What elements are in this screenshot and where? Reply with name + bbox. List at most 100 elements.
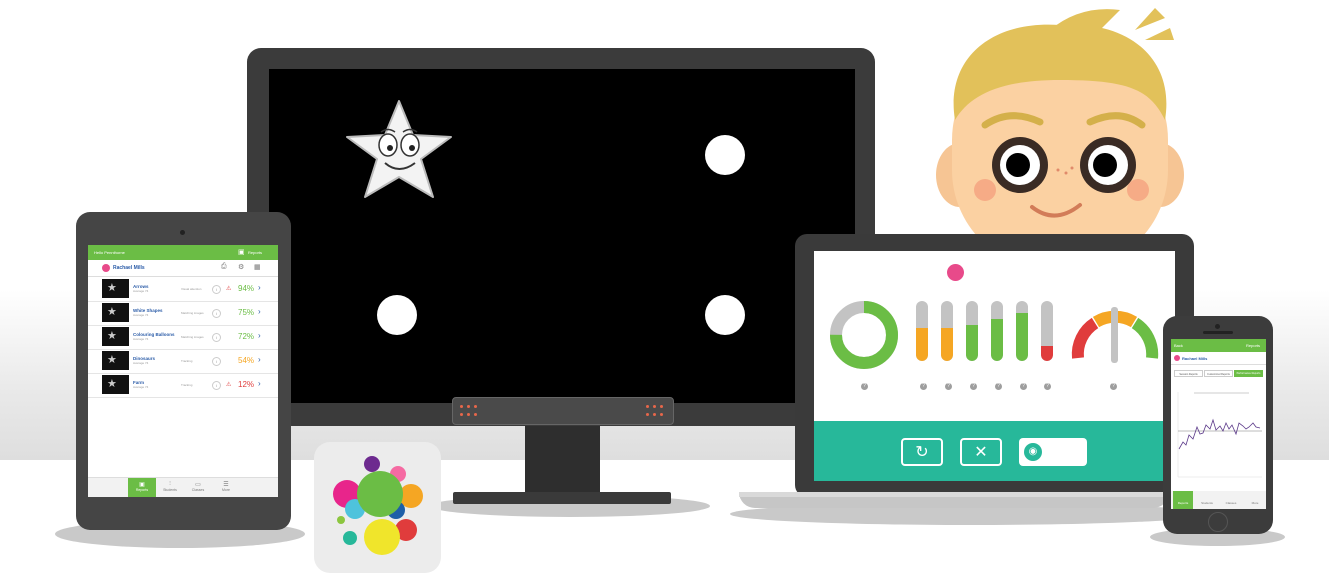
chevron-right-icon[interactable]: › xyxy=(258,331,261,340)
reports-icon: ▣ xyxy=(139,482,145,488)
monitor-stand-base xyxy=(453,492,671,504)
help-icon[interactable]: ? xyxy=(920,383,927,390)
avatar xyxy=(947,264,964,281)
game-category: Tracking xyxy=(181,359,193,363)
game-thumbnail xyxy=(102,303,129,322)
game-average: Average 74 xyxy=(133,313,149,317)
phone-speaker xyxy=(1203,331,1233,334)
target-dot[interactable] xyxy=(377,295,417,335)
score-percent: 54% xyxy=(238,356,255,365)
app-icon[interactable] xyxy=(314,442,441,573)
list-item[interactable]: FarmAverage 74Trackingi⚠12%› xyxy=(88,373,278,398)
info-icon[interactable]: i xyxy=(212,381,221,390)
settings-icon[interactable]: ⚙ xyxy=(238,263,244,271)
camera-toggle-button[interactable]: ◉ xyxy=(1019,438,1087,466)
refresh-button[interactable]: ↻ xyxy=(901,438,943,466)
game-average: Average 74 xyxy=(133,337,149,341)
info-icon[interactable]: i xyxy=(212,357,221,366)
tab-session-reports[interactable]: Session Reports xyxy=(1174,370,1203,377)
progress-bar-fill xyxy=(966,325,978,361)
menu-icon: ☰ xyxy=(223,482,229,488)
target-dot[interactable] xyxy=(705,295,745,335)
tablet-camera xyxy=(180,230,185,235)
score-percent: 72% xyxy=(238,332,255,341)
help-icon[interactable]: ? xyxy=(1110,383,1117,390)
reports-link[interactable]: Reports xyxy=(248,250,262,255)
refresh-icon: ↻ xyxy=(915,444,929,461)
nav-more[interactable]: More xyxy=(1245,491,1265,509)
nav-classes[interactable]: ▭ Classes xyxy=(184,478,212,497)
home-button[interactable] xyxy=(1208,512,1228,532)
phone-screen: Back Reports Rachael Mills Session Repor… xyxy=(1171,339,1266,509)
nav-students[interactable]: ⫶ Students xyxy=(156,478,184,497)
game-category: Matching images xyxy=(181,335,204,339)
progress-bar xyxy=(1016,301,1028,361)
help-icon[interactable]: ? xyxy=(861,383,868,390)
info-icon[interactable]: i xyxy=(212,309,221,318)
progress-bar xyxy=(966,301,978,361)
tab-customized-reports[interactable]: Customized Reports xyxy=(1204,370,1233,377)
game-average: Average 74 xyxy=(133,385,149,389)
user-name: Rachael Mills xyxy=(1182,356,1208,361)
warning-icon: ⚠ xyxy=(226,286,232,292)
avatar xyxy=(102,264,110,272)
monitor-stand-neck xyxy=(525,420,600,495)
help-icon[interactable]: ? xyxy=(995,383,1002,390)
game-thumbnail xyxy=(102,327,129,346)
list-item[interactable]: ArrowsAverage 74Visual attentioni⚠94%› xyxy=(88,277,278,302)
target-dot[interactable] xyxy=(705,135,745,175)
back-link[interactable]: Back xyxy=(1174,343,1183,348)
user-name: Rachael Mills xyxy=(113,265,145,271)
nav-students[interactable]: Students xyxy=(1197,491,1217,509)
list-item[interactable]: DinosaursAverage 74Trackingi54%› xyxy=(88,349,278,374)
calendar-icon[interactable]: ▦ xyxy=(254,263,261,271)
close-icon: ✕ xyxy=(974,444,988,461)
help-icon[interactable]: ? xyxy=(1044,383,1051,390)
laptop-base-top xyxy=(739,492,1169,497)
child-illustration xyxy=(936,8,1184,270)
game-category: Matching images xyxy=(181,311,204,315)
eye-tracker-sensor xyxy=(452,397,674,425)
phone-user-bar: Rachael Mills xyxy=(1171,352,1266,365)
chevron-right-icon[interactable]: › xyxy=(258,283,261,292)
nav-reports[interactable]: ▣ Reports xyxy=(128,478,156,497)
chevron-right-icon[interactable]: › xyxy=(258,307,261,316)
list-item[interactable]: White ShapesAverage 74Matching imagesi75… xyxy=(88,301,278,326)
tablet-bottom-nav: ▣ Reports ⫶ Students ▭ Classes ☰ More xyxy=(88,477,278,497)
progress-donut xyxy=(830,301,898,369)
progress-bar-fill xyxy=(916,328,928,361)
phone-camera xyxy=(1215,324,1220,329)
help-icon[interactable]: ? xyxy=(970,383,977,390)
reports-link[interactable]: Reports xyxy=(1246,343,1260,348)
progress-bar xyxy=(916,301,928,361)
game-thumbnail xyxy=(102,375,129,394)
game-thumbnail xyxy=(102,279,129,298)
help-icon[interactable]: ? xyxy=(945,383,952,390)
gauge xyxy=(1071,307,1159,363)
chevron-right-icon[interactable]: › xyxy=(258,379,261,388)
avatar xyxy=(1174,355,1180,361)
print-icon[interactable]: ⎙ xyxy=(221,263,227,271)
progress-bar xyxy=(941,301,953,361)
close-button[interactable]: ✕ xyxy=(960,438,1002,466)
greeting-text: Hello Pennthorne xyxy=(94,250,125,255)
info-icon[interactable]: i xyxy=(212,333,221,342)
star-character-icon[interactable] xyxy=(343,97,455,202)
chevron-right-icon[interactable]: › xyxy=(258,355,261,364)
laptop-action-bar: ↻ ✕ ◉ xyxy=(814,421,1175,481)
child-character xyxy=(930,0,1190,270)
progress-bar-fill xyxy=(941,328,953,361)
info-icon[interactable]: i xyxy=(212,285,221,294)
progress-bar xyxy=(1041,301,1053,361)
nav-reports[interactable]: Reports xyxy=(1173,491,1193,509)
score-percent: 94% xyxy=(238,284,255,293)
tab-performance-reports[interactable]: Performance Reports xyxy=(1234,370,1263,377)
nav-classes[interactable]: Classes xyxy=(1221,491,1241,509)
nav-more[interactable]: ☰ More xyxy=(212,478,240,497)
user-bar: Rachael Mills ⎙ ⚙ ▦ xyxy=(88,260,278,277)
warning-icon: ⚠ xyxy=(226,382,232,388)
list-item[interactable]: Colouring BalloonsAverage 74Matching ima… xyxy=(88,325,278,350)
phone-line-chart xyxy=(1177,392,1262,478)
game-thumbnail xyxy=(102,351,129,370)
help-icon[interactable]: ? xyxy=(1020,383,1027,390)
